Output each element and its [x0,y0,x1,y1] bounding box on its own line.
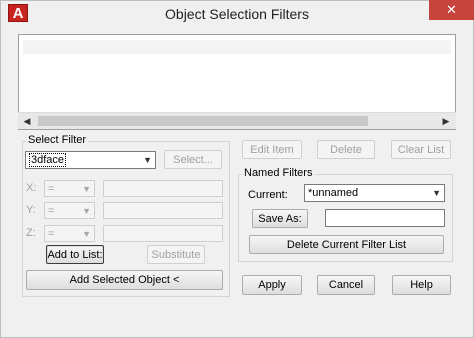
z-operator-value: = [48,228,55,240]
x-operator-value: = [48,183,55,195]
clear-list-button[interactable]: Clear List [391,140,451,159]
save-as-button[interactable]: Save As: [252,209,308,228]
scroll-thumb[interactable] [38,116,368,126]
chevron-down-icon: ▼ [143,155,152,165]
chevron-down-icon: ▼ [432,188,441,198]
cancel-button[interactable]: Cancel [317,275,375,295]
select-filter-label: Select Filter [26,134,89,146]
filter-list-row[interactable] [23,40,451,54]
apply-button[interactable]: Apply [242,275,302,295]
window-title: Object Selection Filters [165,6,309,22]
filter-type-value: 3dface [29,153,67,167]
scroll-right-icon[interactable]: ▶ [438,113,454,129]
substitute-button[interactable]: Substitute [147,245,205,264]
chevron-down-icon: ▼ [82,206,91,216]
y-operator-select[interactable]: = ▼ [44,202,95,219]
save-as-input[interactable] [325,209,445,227]
x-label: X: [26,182,37,194]
z-value-field[interactable] [103,225,223,242]
select-button[interactable]: Select... [164,150,222,169]
delete-button[interactable]: Delete [317,140,375,159]
x-operator-select[interactable]: = ▼ [44,180,95,197]
z-label: Z: [26,227,36,239]
y-label: Y: [26,204,36,216]
close-button[interactable]: ✕ [429,0,474,20]
help-button[interactable]: Help [392,275,451,295]
named-filters-label: Named Filters [242,167,315,179]
chevron-down-icon: ▼ [82,184,91,194]
current-filter-select[interactable]: *unnamed ▼ [304,184,445,202]
add-selected-object-button[interactable]: Add Selected Object < [26,270,223,290]
current-filter-value: *unnamed [308,187,359,199]
y-operator-value: = [48,205,55,217]
x-value-field[interactable] [103,180,223,197]
z-operator-select[interactable]: = ▼ [44,225,95,242]
scroll-left-icon[interactable]: ◀ [19,113,35,129]
edit-item-button[interactable]: Edit Item [242,140,302,159]
filter-type-select[interactable]: 3dface ▼ [25,151,156,169]
delete-current-filter-list-button[interactable]: Delete Current Filter List [249,235,444,254]
y-value-field[interactable] [103,202,223,219]
chevron-down-icon: ▼ [82,229,91,239]
horizontal-scrollbar[interactable]: ◀ ▶ [18,112,456,129]
add-to-list-button[interactable]: Add to List: [46,245,104,264]
close-icon: ✕ [446,2,457,17]
current-label: Current: [248,189,288,201]
